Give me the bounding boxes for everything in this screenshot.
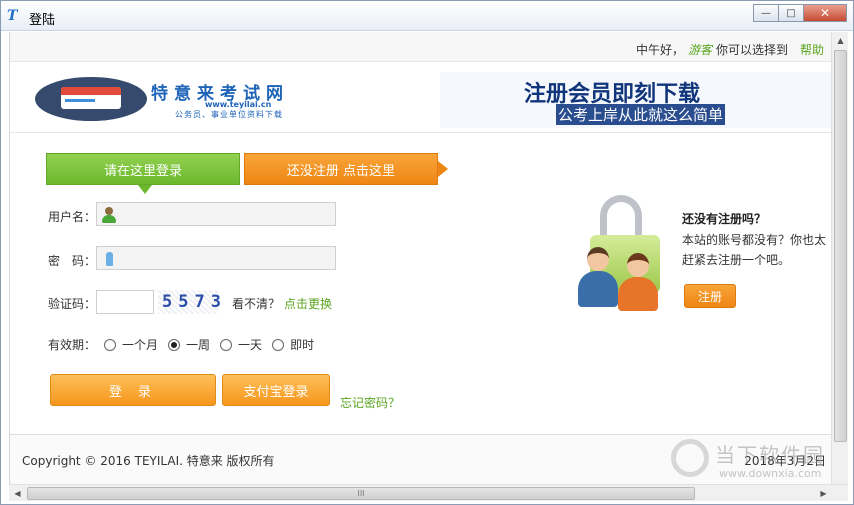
username-label: 用户名：: [48, 210, 97, 224]
radio-week[interactable]: [168, 338, 181, 351]
key-icon-shape: [106, 252, 113, 266]
man-head: [587, 247, 609, 271]
woman-figure: [618, 253, 658, 315]
validity-option-day[interactable]: 一天: [220, 336, 262, 353]
scroll-right-icon[interactable]: ▶: [815, 485, 832, 502]
alipay-login-button[interactable]: 支付宝登录: [222, 374, 330, 406]
radio-month[interactable]: [104, 338, 117, 351]
maximize-button[interactable]: □: [778, 4, 804, 22]
username-input[interactable]: [119, 205, 333, 223]
register-prompt-line: 本站的账号都没有？你也太: [682, 233, 827, 247]
site-logo[interactable]: 特意来考试网 www.teyilai.cn 公务员、事业单位资料下载: [35, 77, 371, 121]
logo-card-stripe: [65, 99, 95, 102]
window-title: 登陆: [29, 13, 56, 28]
man-figure: [578, 247, 618, 309]
lock-people-illustration: [578, 195, 678, 327]
captcha-label: 验证码：: [48, 297, 97, 311]
greeting-prefix: 中午好，: [635, 43, 684, 57]
app-logo-icon: T: [7, 8, 18, 24]
user-icon-head: [105, 207, 113, 215]
register-button[interactable]: 注册: [684, 284, 736, 308]
page-content: 中午好， 游客 你可以选择到 帮助 特意来考试网 www.teyilai.cn 公务…: [9, 32, 831, 484]
woman-head: [627, 253, 649, 277]
user-icon-body: [102, 215, 116, 223]
guest-name: 游客: [687, 43, 712, 57]
validity-option-month[interactable]: 一个月: [104, 336, 158, 353]
watermark-logo-icon: [671, 439, 709, 477]
register-prompt-line: 赶紧去注册一个吧。: [682, 253, 791, 267]
radio-instant[interactable]: [272, 338, 285, 351]
logo-card-band: [61, 87, 121, 95]
login-window: T 登陆 — □ ✕ 中午好， 游客 你可以选择到 帮助 特意来考试网 www.te…: [0, 0, 854, 505]
woman-body: [618, 277, 658, 311]
minimize-button[interactable]: —: [753, 4, 779, 22]
window-controls: — □ ✕: [753, 4, 847, 22]
man-body: [578, 271, 618, 307]
captcha-input[interactable]: [96, 290, 154, 314]
captcha-image[interactable]: 5573: [158, 290, 221, 314]
password-field[interactable]: [96, 246, 336, 270]
logo-subtitle: 公务员、事业单位资料下载: [175, 110, 283, 119]
captcha-refresh-link[interactable]: 点击更换: [284, 295, 332, 312]
tab-login[interactable]: 请在这里登录: [46, 153, 240, 185]
scroll-left-icon[interactable]: ◀: [9, 485, 26, 502]
horizontal-scrollbar[interactable]: ◀ III ▶: [9, 484, 848, 501]
captcha-hint: 看不清？: [232, 297, 281, 311]
title-bar[interactable]: T 登陆 — □ ✕: [1, 1, 853, 31]
logo-url: www.teyilai.cn: [205, 100, 272, 109]
validity-option-label: 一周: [186, 338, 211, 352]
validity-option-week[interactable]: 一周: [168, 336, 210, 353]
greeting-suffix: 你可以选择到: [715, 43, 788, 57]
horizontal-scroll-thumb[interactable]: III: [27, 487, 695, 500]
help-link[interactable]: 帮助: [800, 41, 824, 58]
validity-option-label: 一天: [238, 338, 263, 352]
password-input[interactable]: [119, 249, 333, 267]
top-bar: 中午好， 游客 你可以选择到 帮助: [10, 32, 831, 62]
validity-option-label: 一个月: [122, 338, 159, 352]
greeting-text: 中午好， 游客 你可以选择到: [636, 41, 788, 58]
watermark-text: 当下软件园: [715, 443, 825, 467]
header-banner: 特意来考试网 www.teyilai.cn 公务员、事业单位资料下载 注册会员即…: [10, 63, 831, 131]
login-button[interactable]: 登 录: [50, 374, 216, 406]
vertical-scroll-thumb[interactable]: [834, 50, 847, 442]
vertical-scrollbar[interactable]: ▲: [831, 32, 848, 484]
tab-login-pointer: [138, 185, 152, 194]
tab-register[interactable]: 还没注册 点击这里: [244, 153, 438, 185]
watermark: 当下软件园 www.downxia.com: [667, 439, 837, 483]
username-field[interactable]: [96, 202, 336, 226]
scroll-up-icon[interactable]: ▲: [832, 32, 849, 49]
user-icon: [101, 207, 117, 223]
radio-day[interactable]: [220, 338, 233, 351]
ad-banner[interactable]: 注册会员即刻下载 公考上岸从此就这么简单: [440, 72, 831, 128]
ad-subline: 公考上岸从此就这么简单: [556, 104, 726, 125]
key-icon: [101, 251, 117, 267]
validity-row: 有效期： 一个月 一周 一天 即时: [48, 336, 324, 353]
password-label: 密 码：: [48, 254, 97, 268]
close-button[interactable]: ✕: [803, 4, 847, 22]
watermark-url: www.downxia.com: [719, 467, 822, 480]
header-divider: [10, 132, 831, 133]
validity-label: 有效期：: [48, 338, 97, 352]
validity-option-label: 即时: [290, 338, 315, 352]
register-prompt-title: 还没有注册吗？: [682, 212, 767, 226]
register-prompt-text: 本站的账号都没有？你也太 赶紧去注册一个吧。: [682, 230, 831, 270]
forgot-password-link[interactable]: 忘记密码？: [340, 394, 400, 411]
validity-option-instant[interactable]: 即时: [272, 336, 314, 353]
tab-register-pointer: [438, 161, 448, 177]
copyright-text: Copyright © 2016 TEYILAI. 特意来 版权所有: [22, 454, 275, 468]
